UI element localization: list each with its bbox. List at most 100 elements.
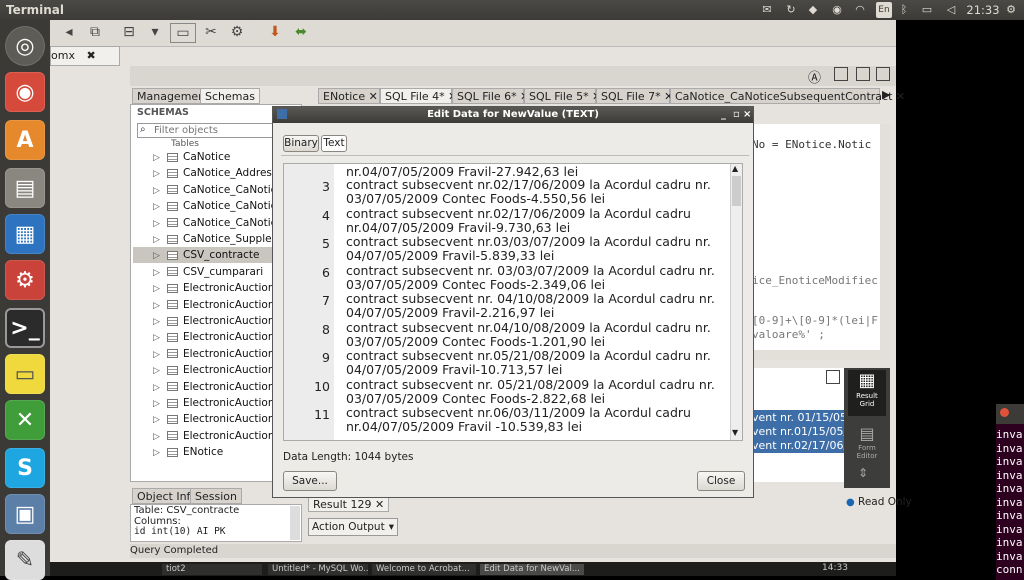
tab-session[interactable]: Session	[190, 488, 242, 504]
settings-icon[interactable]: ⚙	[228, 23, 246, 41]
refresh-icon[interactable]: Ⓐ	[808, 67, 821, 86]
scroll-down-icon[interactable]: ▼	[732, 428, 738, 437]
tools-icon[interactable]: ✂	[202, 23, 220, 41]
tab-result[interactable]: Result 129 ✕	[308, 496, 390, 512]
tab-enotice[interactable]: ENotice ✕	[318, 88, 380, 104]
tree-item[interactable]: ▷ ElectronicAuction_	[153, 362, 280, 378]
tree-item[interactable]: ▷ CaNotice_CaNotice	[153, 215, 283, 231]
scroll-thumb[interactable]	[732, 176, 741, 206]
skype-icon[interactable]: S	[5, 448, 45, 488]
tree-item[interactable]: ▷ CaNotice_CaNotice	[153, 182, 283, 198]
expand-arrow-icon[interactable]: ▷	[153, 347, 167, 363]
volume-icon[interactable]: ◁	[944, 2, 958, 18]
tree-item[interactable]: ▷ ElectronicAuction_	[153, 297, 280, 313]
tab-sql-file-4[interactable]: SQL File 4* ✕	[380, 88, 457, 104]
taskbar-item[interactable]: Untitled* - MySQL Wo...	[268, 564, 368, 575]
gear-icon[interactable]: ⚙	[1004, 2, 1018, 18]
text-scrollbar[interactable]: ▲ ▼	[730, 164, 742, 440]
dash-home-icon[interactable]: ◎	[5, 26, 45, 66]
expand-arrow-icon[interactable]: ▷	[153, 150, 167, 166]
dropbox-icon[interactable]: ✉	[760, 2, 774, 18]
table-row[interactable]: vent nr.01/15/05/2	[752, 424, 844, 439]
dropbox-tray-icon[interactable]: ◆	[806, 2, 820, 18]
expand-arrow-icon[interactable]: ▷	[153, 380, 167, 396]
expand-arrow-icon[interactable]: ▷	[153, 265, 167, 281]
sql-editor[interactable]: No = ENotice.Notic ice_EnoticeModifiec […	[752, 124, 882, 350]
copy-icon[interactable]: ⧉	[86, 23, 104, 41]
clock[interactable]: 21:33	[966, 2, 1000, 18]
maximize-icon[interactable]: ▫	[733, 107, 740, 123]
tree-item[interactable]: ▷ ElectronicAuction_	[153, 395, 280, 411]
taskbar-item[interactable]: Welcome to Acrobat...	[372, 564, 476, 575]
remote-desktop-icon[interactable]: ▣	[5, 494, 45, 534]
expand-arrow-icon[interactable]: ▷	[153, 363, 167, 379]
text-editor-area[interactable]: nr.04/07/05/2009 Fravil-27.942,63 lei 3c…	[283, 163, 743, 441]
document-tab[interactable]: omx ✖	[50, 46, 120, 66]
tree-item[interactable]: ▷ ENotice	[153, 444, 223, 460]
tree-item[interactable]: ▷ CaNotice_Supplem	[153, 231, 282, 247]
inspect-icon[interactable]: ⊟	[120, 23, 138, 41]
scroll-up-icon[interactable]: ▲	[732, 164, 738, 173]
expand-arrow-icon[interactable]: ▷	[153, 248, 167, 264]
tree-item[interactable]: ▷ CSV_cumparari	[153, 264, 263, 280]
close-button[interactable]: Close	[697, 471, 745, 491]
tree-item[interactable]: ▷ CaNotice_CaNotice	[153, 198, 283, 214]
sticky-notes-icon[interactable]: ▭	[5, 354, 45, 394]
tab-sql-file-5[interactable]: SQL File 5* ✕	[524, 88, 601, 104]
info-scrollbar[interactable]	[290, 506, 300, 540]
expand-arrow-icon[interactable]: ▷	[153, 298, 167, 314]
close-icon[interactable]: ×	[743, 107, 751, 123]
close-icon[interactable]: ✖	[86, 49, 95, 62]
tab-sql-file-7[interactable]: SQL File 7* ✕	[596, 88, 673, 104]
editor-hscrollbar[interactable]	[752, 350, 890, 360]
expand-arrow-icon[interactable]: ▷	[153, 166, 167, 182]
plugin-icon[interactable]: ⬌	[292, 23, 310, 41]
editor-scrollbar[interactable]	[880, 124, 890, 350]
x-app-icon[interactable]: ✕	[5, 400, 45, 440]
terminal-icon[interactable]: >_	[5, 308, 45, 348]
close-icon[interactable]	[1000, 408, 1009, 417]
tab-canotice-subsequent[interactable]: CaNotice_CaNoticeSubsequentContract ✕	[670, 88, 905, 104]
result-grid-button[interactable]: ▦ Result Grid	[848, 370, 886, 416]
dropdown-icon[interactable]: ▾	[146, 23, 164, 41]
tree-item[interactable]: ▷ ElectronicAuction_	[153, 379, 280, 395]
expand-arrow-icon[interactable]: ▷	[153, 216, 167, 232]
tabs-scroll-right-icon[interactable]: ▶	[882, 88, 890, 101]
tree-item[interactable]: ▷ ElectronicAuction_	[153, 313, 280, 329]
table-row[interactable]: vent nr.02/17/06/2	[752, 438, 844, 453]
action-output-select[interactable]: Action Output ▾	[308, 518, 398, 536]
taskbar-item-active[interactable]: Edit Data for NewVal...	[480, 564, 584, 575]
expand-arrow-icon[interactable]: ▷	[153, 314, 167, 330]
panel-toggle-icon[interactable]: ▭	[170, 23, 196, 43]
save-button[interactable]: Save...	[283, 471, 337, 491]
expand-arrow-icon[interactable]: ▷	[153, 412, 167, 428]
tree-item[interactable]: ▷ ElectronicAuction_	[153, 428, 280, 444]
tree-item[interactable]: ▷ ElectronicAuction_	[153, 346, 280, 362]
keyboard-layout-indicator[interactable]: En	[876, 2, 892, 18]
expand-arrow-icon[interactable]: ▷	[153, 232, 167, 248]
terminal-output[interactable]: inva inva inva inva inva inva inva inva inva inva…	[996, 424, 1024, 580]
tree-item[interactable]: ▷ ElectronicAuction_	[153, 329, 280, 345]
table-row[interactable]: vent nr. 01/15/05/2	[752, 410, 844, 425]
software-center-icon[interactable]: A	[5, 120, 45, 160]
expand-arrow-icon[interactable]: ▷	[153, 330, 167, 346]
document-viewer-icon[interactable]: ▦	[5, 214, 45, 254]
new-connection-icon[interactable]: ◂	[60, 23, 78, 41]
layout-left-icon[interactable]	[834, 67, 848, 81]
expand-arrow-icon[interactable]: ▷	[153, 429, 167, 445]
import-icon[interactable]: ⬇	[266, 23, 284, 41]
tables-node[interactable]: Tables	[171, 139, 199, 149]
tree-item[interactable]: ▷ CSV_contracte	[133, 247, 293, 264]
layout-right-icon[interactable]	[876, 67, 890, 81]
panel-toggle-icon[interactable]	[826, 370, 840, 384]
tab-text[interactable]: Text	[321, 135, 347, 152]
expand-arrow-icon[interactable]: ▷	[153, 281, 167, 297]
files-icon[interactable]: ▤	[5, 168, 45, 208]
tab-binary[interactable]: Binary	[283, 135, 319, 152]
sync-icon[interactable]: ↻	[784, 2, 798, 18]
expand-arrow-icon[interactable]: ▷	[153, 199, 167, 215]
tree-item[interactable]: ▷ ElectronicAuction	[153, 280, 274, 296]
bluetooth-icon[interactable]: ᛒ	[898, 2, 910, 18]
minimize-icon[interactable]: _	[721, 107, 726, 123]
expand-arrow-icon[interactable]: ▷	[153, 445, 167, 461]
